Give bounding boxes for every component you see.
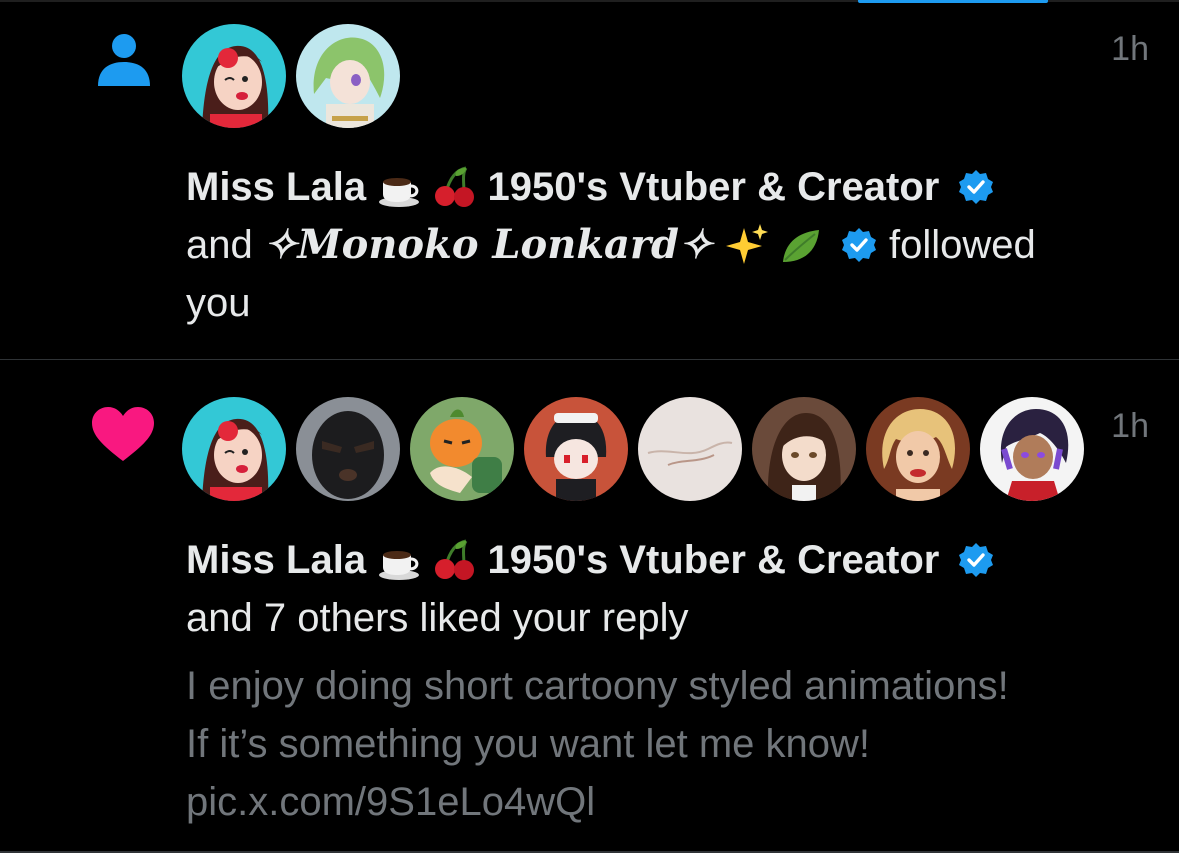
brown-hair-avatar[interactable] [752,397,856,501]
actor-title[interactable]: 1950's Vtuber & Creator [487,165,939,209]
liked-reply-preview[interactable]: I enjoy doing short cartoony styled anim… [186,657,1166,831]
reply-line: I enjoy doing short cartoony styled anim… [186,664,1009,708]
actor-title[interactable]: 1950's Vtuber & Creator [487,538,939,582]
joiner-text: and [186,223,253,267]
action-object-text: you [186,281,251,325]
purple-hair-avatar[interactable] [980,397,1084,501]
notification-text: Miss Lala 1950's Vtuber & Creat [186,531,1146,647]
notification-time: 1h [1111,30,1149,68]
reply-media-link[interactable]: pic.x.com/9S1eLo4wQl [186,773,1166,831]
cherries-emoji-icon [432,164,476,208]
verified-badge-icon [957,164,995,204]
leaf-emoji-icon [779,222,823,266]
second-actor-name[interactable]: ✧Monoko Lonkard✧ [264,221,713,268]
avatar-row [182,397,1094,501]
notification-like[interactable]: 1h Miss Lala 1950's Vtuber & Creator and… [0,361,1179,853]
coffee-emoji-icon [377,164,421,208]
notification-follow[interactable]: 1h Miss Lala 1950's Vtuber & Creator and… [0,0,1179,360]
reply-line: If it’s something you want let me know! [186,722,871,766]
blonde-woman-avatar[interactable] [866,397,970,501]
notifications-page: 1h Miss Lala 1950's Vtuber & Creator and… [0,0,1179,853]
notification-time: 1h [1111,407,1149,445]
miss-lala-avatar[interactable] [182,24,286,128]
verified-badge-icon [957,537,995,577]
orange-character-avatar[interactable] [410,397,514,501]
coffee-emoji-icon [377,537,421,581]
monoko-lonkard-avatar[interactable] [296,24,400,128]
cherries-emoji-icon [432,537,476,581]
person-icon [96,32,152,93]
masked-avatar[interactable] [296,397,400,501]
maid-character-avatar[interactable] [524,397,628,501]
sparkles-emoji-icon [724,222,768,266]
action-text: followed [889,223,1036,267]
actor-name[interactable]: Miss Lala [186,165,366,209]
heart-icon [92,407,154,468]
notification-divider [0,359,1179,360]
actor-name[interactable]: Miss Lala [186,538,366,582]
avatar-row [182,24,410,128]
verified-badge-icon [840,222,878,262]
miss-lala-avatar[interactable] [182,397,286,501]
blank-avatar[interactable] [638,397,742,501]
notification-text: Miss Lala 1950's Vtuber & Creat [186,158,1146,332]
like-summary-text: and 7 others liked your reply [186,596,689,640]
